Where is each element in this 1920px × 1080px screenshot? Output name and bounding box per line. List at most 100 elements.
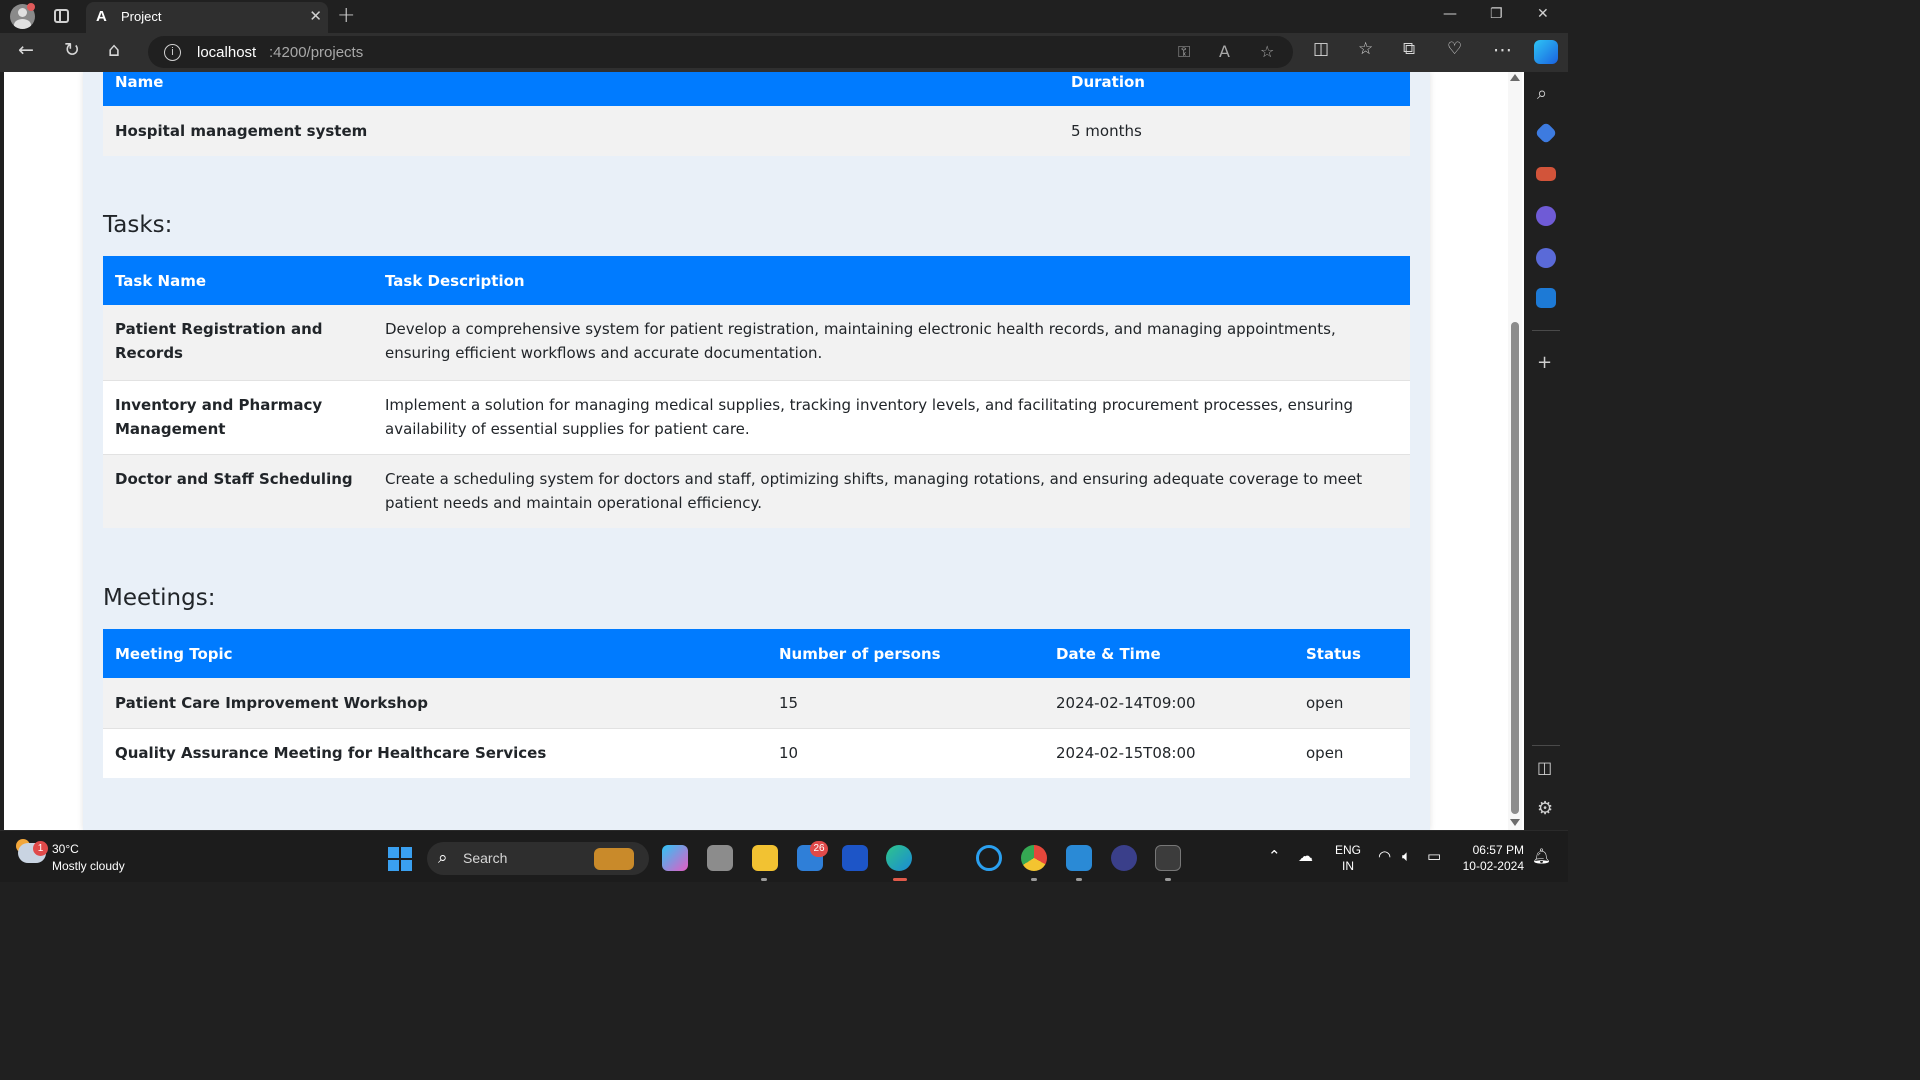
system-clock[interactable]: 06:57 PM 10-02-2024 — [1458, 842, 1524, 874]
meeting-topic: Quality Assurance Meeting for Healthcare… — [103, 727, 767, 778]
restore-button[interactable]: ❐ — [1490, 6, 1503, 22]
new-tab-button[interactable]: + — [337, 3, 355, 28]
browser-essentials-icon[interactable]: ♡ — [1447, 39, 1462, 59]
tasks-header-description: Task Description — [373, 256, 1410, 305]
task-view-icon[interactable] — [707, 845, 733, 871]
project-name: Hospital management system — [103, 106, 1059, 156]
shopping-tag-icon[interactable] — [1534, 121, 1558, 145]
running-indicator — [1165, 878, 1171, 881]
terminal-icon[interactable] — [1155, 845, 1181, 871]
taskbar-search[interactable]: ⌕ Search — [427, 842, 649, 875]
task-name: Patient Registration and Records — [103, 305, 373, 380]
browser-titlebar: A Project ✕ + — ❐ ✕ — [0, 0, 1568, 33]
table-row: Patient Registration and Records Develop… — [103, 305, 1410, 380]
edge-sidebar: ⌕ + ◫ ⚙ — [1524, 72, 1568, 830]
project-duration: 5 months — [1059, 106, 1410, 156]
search-highlight-icon — [594, 848, 634, 870]
table-row: Quality Assurance Meeting for Healthcare… — [103, 727, 1410, 778]
weather-temperature: 30°C — [52, 842, 79, 856]
task-description: Implement a solution for managing medica… — [373, 379, 1410, 454]
eclipse-icon[interactable] — [1111, 845, 1137, 871]
onedrive-icon[interactable]: ☁ — [1298, 847, 1313, 865]
sidebar-divider — [1532, 330, 1560, 331]
project-card: Name Duration Hospital management system… — [83, 72, 1430, 830]
notification-bell-icon[interactable]: 🔔︎ — [1532, 847, 1551, 865]
meeting-datetime: 2024-02-14T09:00 — [1044, 678, 1294, 728]
copilot-app-icon[interactable] — [1536, 248, 1556, 268]
windows-start-icon[interactable] — [388, 847, 412, 871]
minimize-button[interactable]: — — [1443, 6, 1457, 22]
running-indicator — [1076, 878, 1082, 881]
battery-icon[interactable]: ▭ — [1427, 847, 1441, 865]
meetings-header-datetime: Date & Time — [1044, 629, 1294, 678]
page-viewport: Name Duration Hospital management system… — [4, 72, 1524, 830]
close-window-button[interactable]: ✕ — [1537, 6, 1549, 22]
clock-date: 10-02-2024 — [1462, 859, 1524, 873]
language-region: IN — [1342, 859, 1354, 873]
favorites-icon[interactable]: ☆ — [1358, 39, 1373, 59]
games-icon[interactable] — [1536, 206, 1556, 226]
back-icon[interactable]: ← — [18, 39, 34, 61]
vscode-icon[interactable] — [1066, 845, 1092, 871]
running-indicator — [761, 878, 767, 881]
volume-icon[interactable]: 🔈︎ — [1402, 847, 1411, 865]
active-indicator — [893, 878, 907, 881]
key-icon[interactable]: ⚿ — [1178, 42, 1190, 62]
table-row: Doctor and Staff Scheduling Create a sch… — [103, 453, 1410, 528]
collections-icon[interactable]: ⧉ — [1403, 39, 1415, 59]
table-row: Patient Care Improvement Workshop 15 202… — [103, 678, 1410, 728]
favorite-star-icon[interactable]: ☆ — [1260, 42, 1274, 61]
info-icon[interactable]: i — [164, 44, 181, 61]
l-app-icon[interactable] — [842, 845, 868, 871]
file-explorer-icon[interactable] — [752, 845, 778, 871]
search-label: Search — [463, 850, 508, 866]
page-scrollbar[interactable] — [1508, 72, 1522, 830]
wifi-icon[interactable]: ◠ — [1378, 847, 1391, 865]
task-description: Create a scheduling system for doctors a… — [373, 453, 1410, 528]
tab-project[interactable]: A Project ✕ — [86, 2, 328, 33]
address-bar[interactable]: i localhost :4200/projects ⚿ A ☆ — [148, 36, 1293, 68]
table-row: Inventory and Pharmacy Management Implem… — [103, 379, 1410, 454]
angular-favicon-icon: A — [96, 8, 107, 25]
tray-overflow-icon[interactable]: ⌃ — [1268, 847, 1281, 865]
project-header-name: Name — [103, 72, 1059, 106]
sidebar-settings-icon[interactable]: ⚙ — [1537, 798, 1553, 819]
tools-briefcase-icon[interactable] — [1536, 167, 1556, 181]
refresh-icon[interactable]: ↻ — [64, 39, 80, 61]
tab-actions-icon[interactable] — [54, 9, 69, 23]
sidebar-add-icon[interactable]: + — [1537, 352, 1552, 373]
sidebar-divider — [1532, 745, 1560, 746]
meetings-header-persons: Number of persons — [767, 629, 1044, 678]
cortana-icon[interactable] — [976, 845, 1002, 871]
edge-browser-icon[interactable] — [886, 845, 912, 871]
tasks-table: Task Name Task Description Patient Regis… — [103, 256, 1410, 528]
more-icon[interactable]: ⋯ — [1493, 39, 1512, 61]
mail-badge: 26 — [810, 841, 828, 857]
split-screen-icon[interactable]: ◫ — [1313, 39, 1329, 59]
meeting-topic: Patient Care Improvement Workshop — [103, 678, 767, 728]
scroll-thumb[interactable] — [1511, 322, 1519, 814]
language-code: ENG — [1335, 843, 1362, 857]
read-aloud-icon[interactable]: A — [1219, 42, 1230, 61]
meeting-datetime: 2024-02-15T08:00 — [1044, 727, 1294, 778]
copilot-icon[interactable] — [1534, 40, 1558, 64]
project-table: Name Duration Hospital management system… — [103, 72, 1410, 156]
language-indicator[interactable]: ENG IN — [1335, 842, 1361, 874]
search-icon: ⌕ — [438, 848, 448, 868]
meetings-heading: Meetings: — [103, 585, 216, 611]
sidebar-search-icon[interactable]: ⌕ — [1537, 83, 1547, 104]
url-host: localhost — [197, 44, 257, 61]
tasks-header-name: Task Name — [103, 256, 373, 305]
home-icon[interactable]: ⌂ — [108, 39, 120, 61]
chrome-icon[interactable] — [1021, 845, 1047, 871]
scroll-down-arrow-icon[interactable] — [1510, 819, 1520, 826]
sidebar-hide-icon[interactable]: ◫ — [1537, 758, 1552, 777]
outlook-icon[interactable] — [1536, 288, 1556, 308]
meeting-persons: 15 — [767, 678, 1044, 728]
scroll-up-arrow-icon[interactable] — [1510, 74, 1520, 81]
tab-close-icon[interactable]: ✕ — [309, 7, 322, 25]
weather-badge: 1 — [33, 841, 48, 856]
copilot-pre-app-icon[interactable] — [662, 845, 688, 871]
meeting-status: open — [1294, 678, 1410, 728]
task-name: Doctor and Staff Scheduling — [103, 453, 373, 528]
